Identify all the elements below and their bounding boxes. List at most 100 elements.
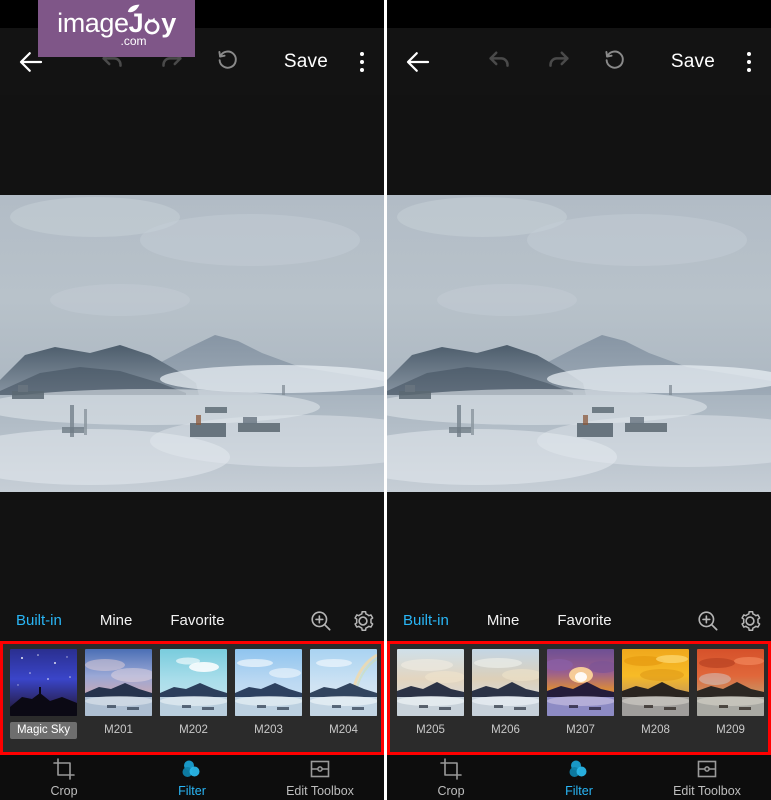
panel-divider	[384, 0, 387, 800]
filter-preview-m201	[85, 649, 152, 716]
edited-photo-foggy-bay	[0, 195, 384, 492]
undo-button-right[interactable]	[485, 44, 515, 79]
gear-icon	[354, 610, 374, 631]
photo-preview-left[interactable]	[0, 195, 384, 492]
watermark-part-y: y	[161, 8, 176, 38]
nav-filter-right[interactable]: Filter	[515, 757, 643, 798]
reset-rotate-icon	[605, 50, 625, 69]
back-button-right[interactable]	[387, 47, 449, 77]
gear-icon	[741, 610, 761, 631]
nav-label: Crop	[50, 784, 78, 798]
filter-thumb-label: M204	[329, 724, 358, 736]
top-toolbar-right: Save	[387, 28, 771, 95]
filter-thumb-label: M203	[254, 724, 283, 736]
zoom-in-button-right[interactable]	[687, 608, 729, 634]
kebab-dot	[360, 51, 364, 56]
filter-preview-m204	[310, 649, 377, 716]
filter-circles-icon	[569, 760, 587, 777]
filter-thumb-m202[interactable]: M202	[156, 644, 231, 739]
magnifier-plus-icon	[698, 610, 718, 631]
reset-button-left[interactable]	[214, 46, 241, 78]
toolbox-icon	[310, 760, 330, 778]
filter-thumb-m208[interactable]: M208	[618, 644, 693, 739]
filter-thumbnail-strip-right[interactable]: M205 M206 M207 M208 M209	[387, 641, 771, 755]
bottom-nav-left: Crop Filter Edit Toolbox	[0, 755, 384, 800]
filter-circles-icon	[182, 760, 200, 777]
nav-crop-left[interactable]: Crop	[0, 757, 128, 798]
left-phone-panel: Save Built-in Mine Favorite Magic Sky M2…	[0, 0, 384, 800]
thumbnail-scroller-right[interactable]: M205 M206 M207 M208 M209	[390, 644, 768, 752]
kebab-dot	[360, 59, 364, 64]
nav-crop-right[interactable]: Crop	[387, 757, 515, 798]
filter-preview-m203	[235, 649, 302, 716]
filter-preview-m207	[547, 649, 614, 716]
edited-photo-foggy-bay	[387, 195, 771, 492]
toolbox-icon	[697, 760, 717, 778]
nav-label: Edit Toolbox	[286, 784, 354, 798]
tab-mine-right[interactable]: Mine	[485, 612, 522, 629]
filter-category-tabs-right: Built-in Mine Favorite	[387, 600, 771, 641]
filter-thumb-m203[interactable]: M203	[231, 644, 306, 739]
filter-preview-m205	[397, 649, 464, 716]
flame-o-icon	[144, 17, 160, 35]
tab-built-in-left[interactable]: Built-in	[14, 612, 64, 629]
screenshot-root: Save Built-in Mine Favorite Magic Sky M2…	[0, 0, 771, 800]
kebab-dot	[360, 67, 364, 72]
filter-thumb-label: M209	[716, 724, 745, 736]
undo-icon	[489, 51, 510, 67]
tab-mine-left[interactable]: Mine	[98, 612, 135, 629]
filter-thumb-m205[interactable]: M205	[393, 644, 468, 739]
filter-thumb-m204[interactable]: M204	[306, 644, 381, 739]
filter-thumb-label: M205	[416, 724, 445, 736]
filter-thumbnail-strip-left[interactable]: Magic Sky M201 M202 M203 M204	[0, 641, 384, 755]
filter-category-tabs-left: Built-in Mine Favorite	[0, 600, 384, 641]
overflow-menu-button-left[interactable]	[340, 51, 384, 72]
save-button-right[interactable]: Save	[665, 51, 721, 73]
filter-thumb-m207[interactable]: M207	[543, 644, 618, 739]
save-button-left[interactable]: Save	[278, 51, 334, 73]
filter-thumb-label: M206	[491, 724, 520, 736]
thumbnail-scroller-left[interactable]: Magic Sky M201 M202 M203 M204	[3, 644, 381, 752]
kebab-dot	[747, 67, 751, 72]
redo-button-right[interactable]	[543, 44, 573, 79]
filter-thumb-magic-sky[interactable]: Magic Sky	[6, 644, 81, 739]
photo-preview-right[interactable]	[387, 195, 771, 492]
tab-favorite-left[interactable]: Favorite	[168, 612, 226, 629]
crop-icon	[53, 758, 75, 780]
filter-preview-m208	[622, 649, 689, 716]
nav-filter-left[interactable]: Filter	[128, 757, 256, 798]
nav-edit-toolbox-right[interactable]: Edit Toolbox	[643, 757, 771, 798]
watermark-part-o	[143, 9, 161, 37]
filter-preview-m202	[160, 649, 227, 716]
kebab-dot	[747, 51, 751, 56]
status-bar-right	[387, 0, 771, 28]
nav-edit-toolbox-left[interactable]: Edit Toolbox	[256, 757, 384, 798]
watermark-title: imageJ y	[57, 4, 176, 38]
filter-thumb-label: M202	[179, 724, 208, 736]
nav-label: Filter	[565, 784, 593, 798]
kebab-dot	[747, 59, 751, 64]
nav-label: Crop	[437, 784, 465, 798]
reset-rotate-icon	[218, 50, 238, 69]
tab-favorite-right[interactable]: Favorite	[555, 612, 613, 629]
zoom-in-button-left[interactable]	[300, 608, 342, 634]
filter-thumb-label: M208	[641, 724, 670, 736]
watermark-imagejoy: imageJ y .com	[38, 0, 195, 57]
crop-icon	[440, 758, 462, 780]
overflow-menu-button-right[interactable]	[727, 51, 771, 72]
magnifier-plus-icon	[311, 610, 331, 631]
filter-thumb-m206[interactable]: M206	[468, 644, 543, 739]
redo-icon	[549, 51, 570, 67]
settings-button-right[interactable]	[729, 608, 771, 634]
settings-button-left[interactable]	[342, 608, 384, 634]
filter-thumb-label: M201	[104, 724, 133, 736]
nav-label: Filter	[178, 784, 206, 798]
filter-thumb-m201[interactable]: M201	[81, 644, 156, 739]
filter-thumb-label: M207	[566, 724, 595, 736]
arrow-left-icon	[406, 51, 430, 72]
tab-built-in-right[interactable]: Built-in	[401, 612, 451, 629]
reset-button-right[interactable]	[601, 46, 628, 78]
filter-thumb-m209[interactable]: M209	[693, 644, 768, 739]
right-phone-panel: Save Built-in Mine Favorite M205 M206 M2…	[387, 0, 771, 800]
watermark-part-image: imag	[57, 8, 115, 38]
